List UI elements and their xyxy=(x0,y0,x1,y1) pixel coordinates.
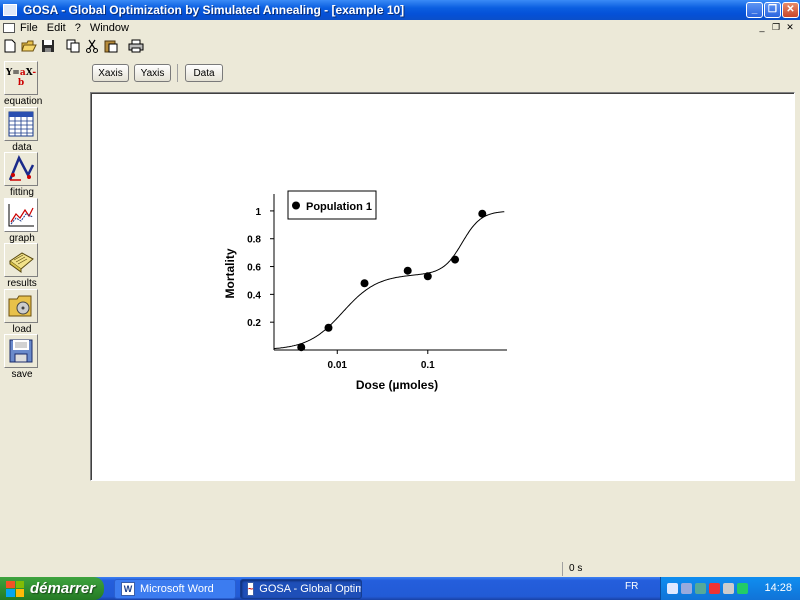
legend: Population 1 xyxy=(287,190,377,220)
y-tick-label: 1 xyxy=(255,207,261,218)
save-icon[interactable] xyxy=(40,38,56,54)
print-icon[interactable] xyxy=(128,38,144,54)
fit-curve xyxy=(273,211,505,350)
taskbar: démarrer W Microsoft Word ~ GOSA - Globa… xyxy=(0,577,800,600)
equation-button[interactable]: Y=aX-b xyxy=(4,61,38,95)
start-label: démarrer xyxy=(30,580,96,597)
task-word[interactable]: W Microsoft Word xyxy=(114,579,236,599)
data-point xyxy=(324,323,333,332)
chart: 0.2 0.4 0.6 0.8 1 0.01 0.1 Mortality Dose (µmo… xyxy=(223,190,507,392)
load-button[interactable] xyxy=(4,289,38,323)
tray-icon-6[interactable] xyxy=(737,583,748,594)
save-disk-icon xyxy=(9,339,33,363)
data-point xyxy=(478,209,487,218)
results-label: results xyxy=(7,278,37,289)
document-icon[interactable] xyxy=(3,22,15,33)
close-icon: ✕ xyxy=(786,4,795,15)
y-tick-label: 0.6 xyxy=(247,263,261,274)
results-icon xyxy=(9,252,34,273)
tray-icon-4[interactable] xyxy=(709,583,720,594)
mdi-restore-icon[interactable]: ❐ xyxy=(770,21,782,33)
tray-icon-3[interactable] xyxy=(695,583,706,594)
y-axis-label: Mortality xyxy=(223,248,237,298)
data-point xyxy=(403,266,412,275)
task-gosa[interactable]: ~ GOSA - Global Optimi... xyxy=(240,579,362,599)
results-button[interactable] xyxy=(4,243,38,277)
save-label: save xyxy=(11,369,33,380)
x-tick-label: 0.1 xyxy=(421,360,435,371)
maximize-button[interactable]: ❐ xyxy=(764,2,781,18)
new-icon[interactable] xyxy=(2,38,18,54)
gosa-icon: ~ xyxy=(247,582,255,596)
data-tool[interactable]: data xyxy=(4,107,40,153)
graph-tool[interactable]: graph xyxy=(4,198,40,244)
fitting-icon xyxy=(8,155,35,181)
results-tool[interactable]: results xyxy=(4,243,40,289)
task-word-label: Microsoft Word xyxy=(140,583,214,595)
data-top-button[interactable]: Data xyxy=(185,64,223,82)
menu-help[interactable]: ? xyxy=(75,22,81,34)
x-axis-label: Dose (µmoles) xyxy=(356,378,438,392)
yaxis-button[interactable]: Yaxis xyxy=(134,64,171,82)
word-icon: W xyxy=(121,582,135,596)
menu-edit[interactable]: Edit xyxy=(47,22,66,34)
y-tick-label: 0.2 xyxy=(247,318,261,329)
clock: 14:28 xyxy=(764,582,792,594)
graph-button[interactable] xyxy=(4,198,38,232)
mdi-close-icon[interactable]: ✕ xyxy=(784,21,796,33)
xaxis-button[interactable]: Xaxis xyxy=(92,64,129,82)
load-tool[interactable]: load xyxy=(4,289,40,335)
toolbar-separator xyxy=(177,64,178,82)
tray-icon-1[interactable] xyxy=(667,583,678,594)
mdi-minimize-icon[interactable]: _ xyxy=(756,21,768,33)
open-icon[interactable] xyxy=(21,38,37,54)
system-tray: 14:28 xyxy=(660,577,800,600)
load-icon xyxy=(8,295,32,317)
title-bar: GOSA - Global Optimization by Simulated … xyxy=(0,0,800,20)
fitting-button[interactable] xyxy=(4,152,38,186)
data-point xyxy=(297,343,306,352)
minimize-icon: _ xyxy=(751,4,758,15)
language-indicator[interactable]: FR xyxy=(625,581,638,592)
data-button[interactable] xyxy=(4,107,38,141)
restore-icon: ❐ xyxy=(768,4,777,15)
menu-file[interactable]: File xyxy=(20,22,38,34)
data-point xyxy=(423,272,432,281)
copy-icon[interactable] xyxy=(65,38,81,54)
cut-icon[interactable] xyxy=(84,38,100,54)
save-tool[interactable]: save xyxy=(4,334,40,380)
task-gosa-label: GOSA - Global Optimi... xyxy=(259,583,361,595)
paste-icon[interactable] xyxy=(103,38,119,54)
tray-icon-2[interactable] xyxy=(681,583,692,594)
tray-icon-5[interactable] xyxy=(723,583,734,594)
legend-marker xyxy=(292,201,300,210)
status-bar: 0 s xyxy=(0,561,800,577)
window-title: GOSA - Global Optimization by Simulated … xyxy=(23,3,405,17)
elapsed-time: 0 s xyxy=(562,562,742,576)
fitting-tool[interactable]: fitting xyxy=(4,152,40,198)
minimize-button[interactable]: _ xyxy=(746,2,763,18)
toolbar xyxy=(0,36,147,56)
menu-bar: File Edit ? Window xyxy=(0,20,800,35)
app-icon xyxy=(3,4,17,16)
y-tick-label: 0.4 xyxy=(247,290,261,301)
equation-tool[interactable]: Y=aX-b equation xyxy=(4,61,43,107)
y-tick-label: 0.8 xyxy=(247,235,261,246)
data-table-icon xyxy=(8,111,34,137)
close-button[interactable]: ✕ xyxy=(782,2,799,18)
data-point xyxy=(451,255,460,264)
equation-label: equation xyxy=(4,96,43,107)
legend-entry: Population 1 xyxy=(306,201,372,213)
mdi-controls: _ ❐ ✕ xyxy=(756,21,796,33)
x-tick-label: 0.01 xyxy=(328,360,348,371)
menu-window[interactable]: Window xyxy=(90,22,129,34)
graph-icon xyxy=(8,204,34,227)
start-button[interactable]: démarrer xyxy=(0,577,104,600)
graph-canvas: 0.2 0.4 0.6 0.8 1 0.01 0.1 Mortality Dose (µmo… xyxy=(90,92,795,481)
windows-flag-icon xyxy=(6,580,24,597)
data-point xyxy=(360,279,369,288)
save-panel-button[interactable] xyxy=(4,334,38,368)
equation-icon: Y=aX-b xyxy=(5,68,37,88)
fitting-label: fitting xyxy=(10,187,34,198)
